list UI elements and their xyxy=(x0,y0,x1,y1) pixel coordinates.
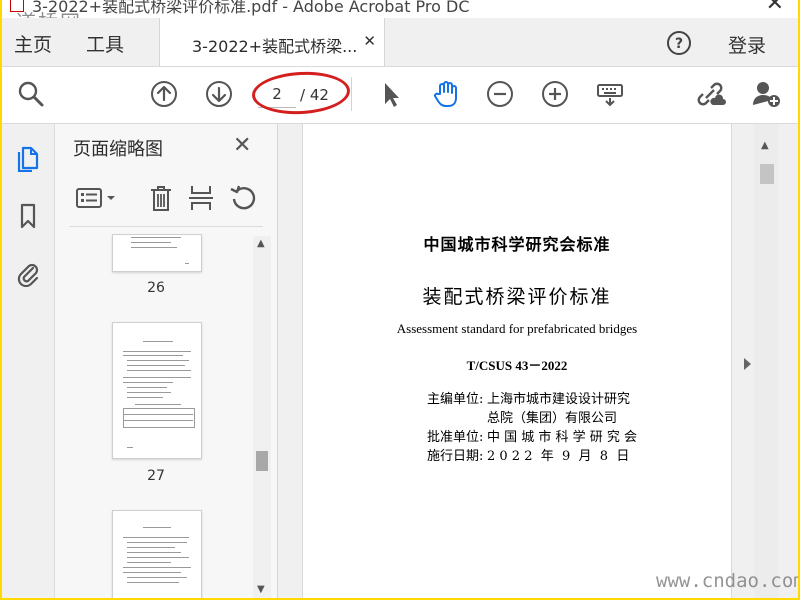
svg-text:?: ? xyxy=(675,36,683,52)
tab-tools[interactable]: 工具 xyxy=(86,30,124,57)
page-down-icon[interactable] xyxy=(202,77,236,111)
left-nav-rail xyxy=(2,124,55,598)
tab-document-label: 3-2022+装配式桥梁... xyxy=(192,37,358,56)
date-label: 施行日期: xyxy=(427,449,484,464)
tab-document[interactable]: 3-2022+装配式桥梁... ✕ xyxy=(159,18,385,66)
pages-icon[interactable] xyxy=(12,142,44,174)
thumbnail-scrollbar[interactable]: ▲ ▼ xyxy=(253,236,271,598)
thumbnail-page-number: 26 xyxy=(147,280,165,296)
page-number-input[interactable] xyxy=(258,81,296,108)
rotate-icon[interactable] xyxy=(227,182,259,214)
tab-home[interactable]: 主页 xyxy=(14,30,52,57)
toolbar-divider xyxy=(351,77,352,111)
question-circle-icon[interactable]: ? xyxy=(666,30,692,60)
document-view: 中国城市科学研究会标准 装配式桥梁评价标准 Assessment standar… xyxy=(278,124,754,598)
bookmark-icon[interactable] xyxy=(12,200,44,232)
title-bar: 3-2022+装配式桥梁评价标准.pdf - Adobe Acrobat Pro… xyxy=(2,0,798,18)
pdf-page: 中国城市科学研究会标准 装配式桥梁评价标准 Assessment standar… xyxy=(302,124,732,598)
page-total: / 42 xyxy=(300,86,329,104)
zoom-in-icon[interactable] xyxy=(538,77,572,111)
document-scrollbar[interactable]: ▲ xyxy=(754,124,778,598)
attachment-icon[interactable] xyxy=(12,257,44,289)
panel-close-button[interactable]: ✕ xyxy=(233,133,251,158)
search-icon[interactable] xyxy=(14,77,48,111)
page-up-icon[interactable] xyxy=(147,77,181,111)
scrollbar-handle[interactable] xyxy=(760,164,774,184)
approver-label: 批准单位: xyxy=(427,430,484,445)
watermark-url: www.cndao.com xyxy=(656,570,798,592)
effective-date: 2 0 2 2 年 9 月 8 日 xyxy=(487,449,630,464)
main-toolbar: / 42 xyxy=(2,67,798,124)
standard-code: T/CSUS 43－2022 xyxy=(466,358,568,373)
editor-line-2: 总院（集团）有限公司 xyxy=(487,411,618,426)
editor-line-1: 上海市城市建设设计研究 xyxy=(487,392,631,407)
document-title: 装配式桥梁评价标准 xyxy=(422,286,612,308)
standard-organization: 中国城市科学研究会标准 xyxy=(423,235,611,254)
share-link-icon[interactable] xyxy=(694,77,728,111)
tab-close-button[interactable]: ✕ xyxy=(363,32,376,50)
thumbnail-list: 26 27 xyxy=(55,234,261,598)
thumbnail-panel: 页面缩略图 ✕ 26 27 ▲ ▼ xyxy=(55,124,278,598)
scroll-down-icon[interactable]: ▼ xyxy=(257,584,265,595)
panel-toolbar xyxy=(55,176,277,220)
add-user-icon[interactable] xyxy=(750,77,784,111)
login-button[interactable]: 登录 xyxy=(728,31,766,58)
panel-divider xyxy=(69,226,263,227)
select-arrow-icon[interactable] xyxy=(374,77,408,111)
approver: 中 国 城 市 科 学 研 究 会 xyxy=(487,430,638,445)
window-title: 3-2022+装配式桥梁评价标准.pdf - Adobe Acrobat Pro… xyxy=(32,0,470,16)
zoom-out-icon[interactable] xyxy=(483,77,517,111)
thumbnail-options-icon[interactable] xyxy=(73,182,119,214)
editor-label: 主编单位: xyxy=(427,392,484,407)
page-thumbnail[interactable] xyxy=(112,510,202,598)
scroll-up-icon[interactable]: ▲ xyxy=(257,238,265,249)
window-close-button[interactable]: ✕ xyxy=(766,0,784,16)
insert-page-icon[interactable] xyxy=(185,182,217,214)
delete-icon[interactable] xyxy=(145,182,177,214)
english-title: Assessment standard for prefabricated br… xyxy=(396,321,638,336)
panel-title: 页面缩略图 xyxy=(73,139,163,160)
page-navigator: / 42 xyxy=(250,69,352,117)
scroll-up-icon[interactable]: ▲ xyxy=(761,140,769,151)
keyboard-icon[interactable] xyxy=(593,77,627,111)
tab-bar: 主页 工具 3-2022+装配式桥梁... ✕ ? 登录 xyxy=(2,18,798,67)
acrobat-window: 3-2022+装配式桥梁评价标准.pdf - Adobe Acrobat Pro… xyxy=(2,0,798,598)
page-thumbnail[interactable] xyxy=(112,322,202,459)
expand-right-panel-icon[interactable] xyxy=(743,355,751,374)
page-thumbnail[interactable] xyxy=(112,234,202,272)
scrollbar-handle[interactable] xyxy=(256,451,268,471)
hand-icon[interactable] xyxy=(429,77,463,111)
thumbnail-page-number: 27 xyxy=(147,468,165,484)
